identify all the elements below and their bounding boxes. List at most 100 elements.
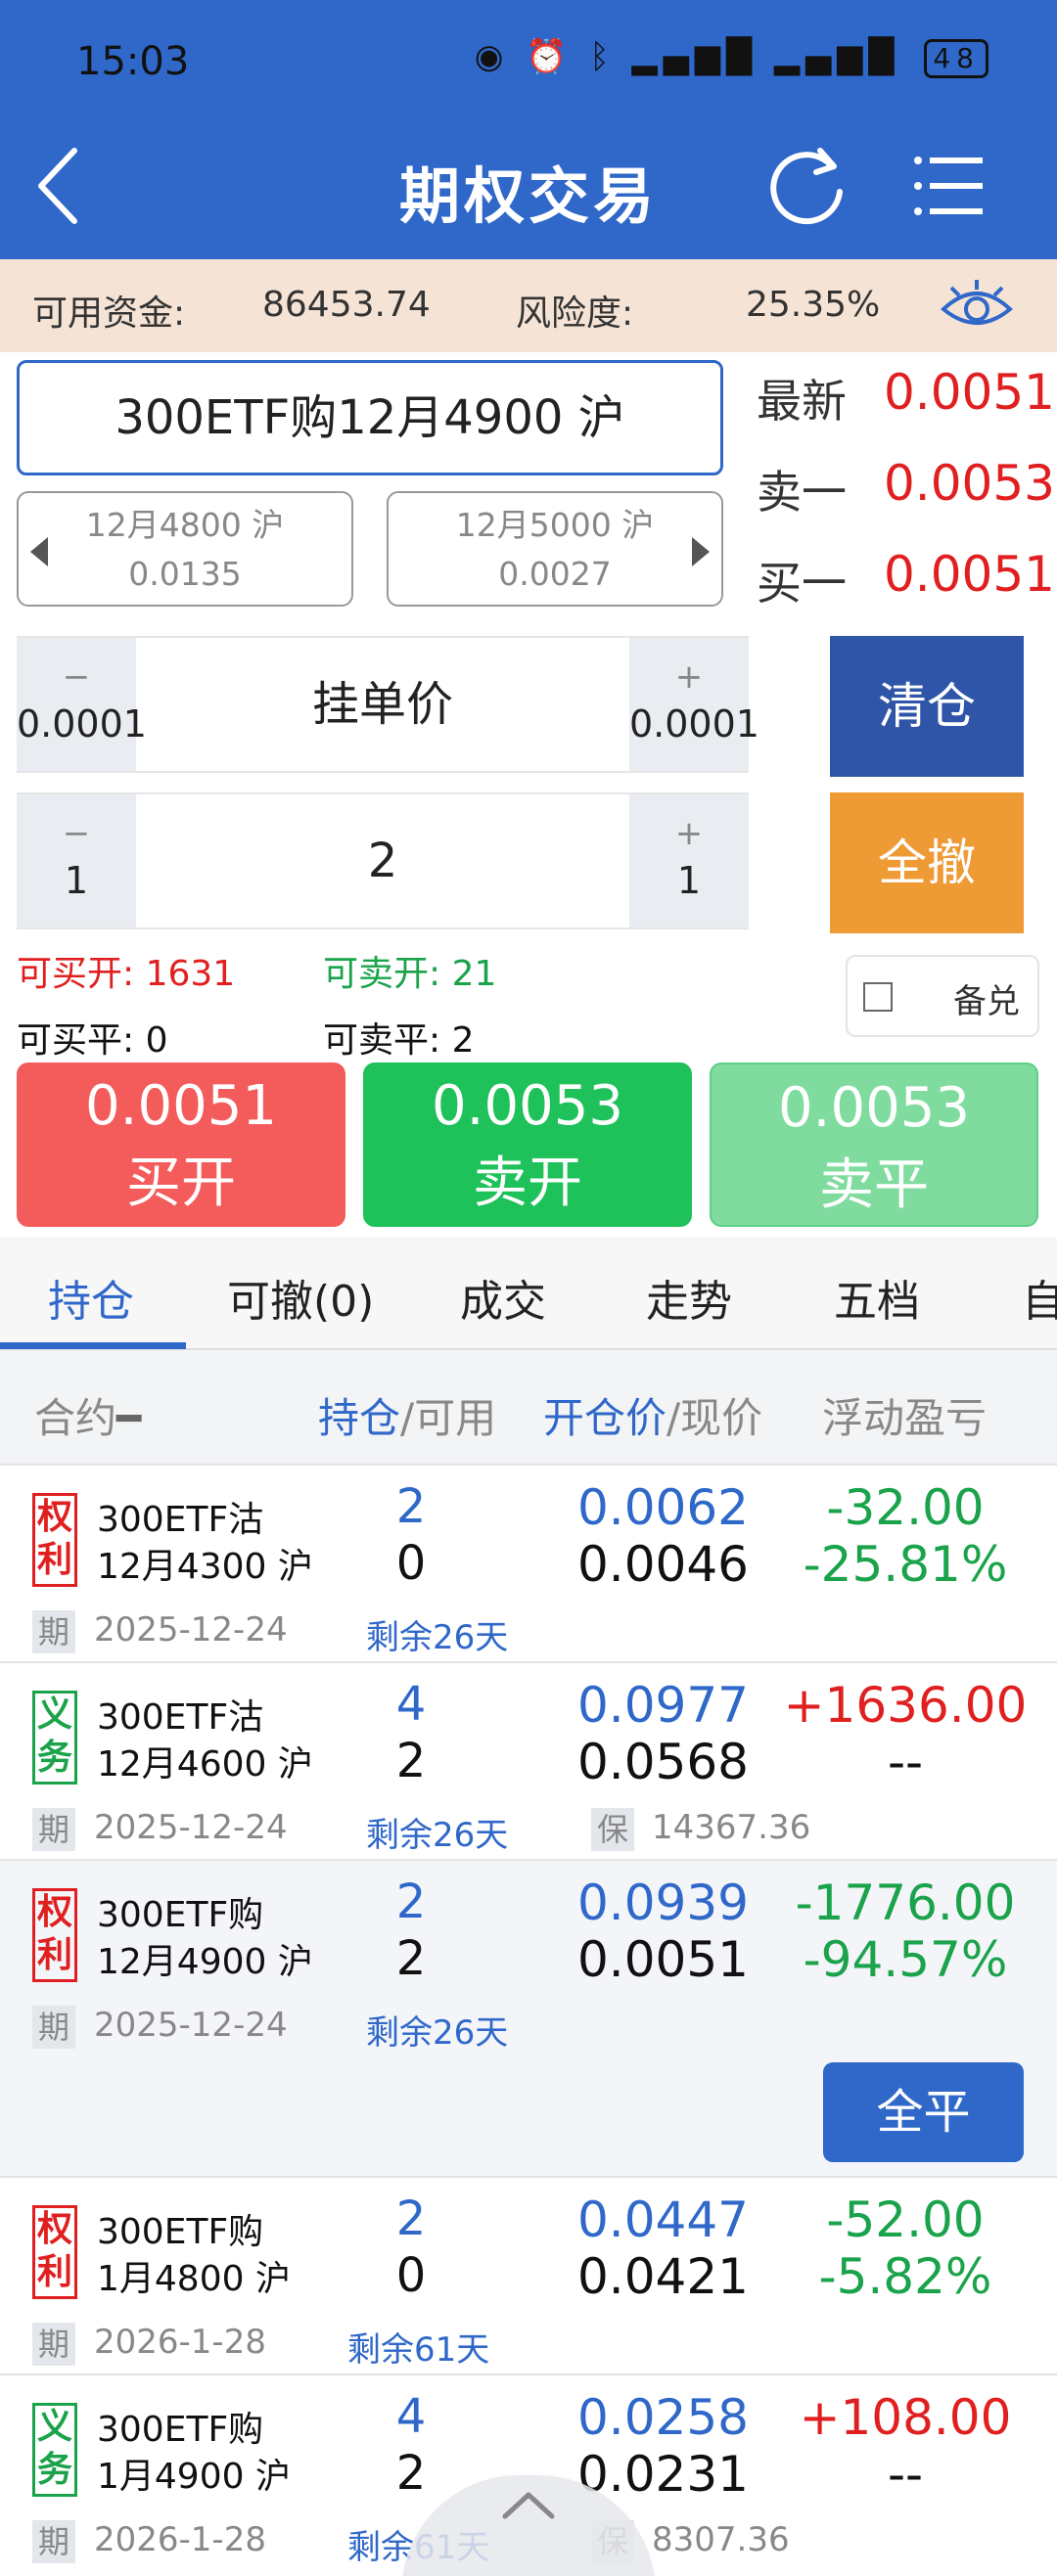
tab-positions[interactable]: 持仓: [48, 1266, 134, 1329]
covered-toggle[interactable]: 备兑: [846, 955, 1039, 1037]
expiry-date: 2025-12-24: [94, 1808, 288, 1847]
status-time: 15:03: [76, 39, 190, 84]
tab-trades[interactable]: 成交: [460, 1266, 546, 1329]
expiry-date: 2025-12-24: [94, 1610, 288, 1650]
open-price: 0.0258: [577, 2389, 749, 2446]
battery-icon: 48: [924, 39, 988, 78]
qty-minus-button[interactable]: − 1: [17, 794, 136, 927]
position-row[interactable]: 义务 300ETF沽 12月4600 沪 4 2 0.0977 0.0568 +…: [0, 1663, 1057, 1861]
covered-checkbox[interactable]: [863, 982, 893, 1012]
quantity-input[interactable]: 2: [136, 794, 629, 927]
open-price: 0.0939: [577, 1875, 749, 1931]
price-minus-step: 0.0001: [17, 702, 147, 746]
risk-value: 25.35%: [746, 285, 881, 325]
app-header: 15:03 ◉ ⏰ ᛒ ▂▄▆█ ▂▄▆█ 48 期权交易: [0, 0, 1057, 259]
prev-contract-name: 12月4800 沪: [85, 506, 285, 544]
expiry-date: 2026-1-28: [94, 2520, 266, 2559]
plus-icon: +: [674, 814, 704, 853]
expiry-tag: 期: [32, 1808, 75, 1851]
cancel-all-button[interactable]: 全撤: [830, 792, 1024, 933]
page-title: 期权交易: [398, 160, 658, 232]
expiry-tag: 期: [32, 2006, 75, 2049]
position-qty: 2: [395, 1479, 427, 1534]
contract-month-strike: 12月4600 沪: [97, 1744, 313, 1785]
header-pnl: 浮动盈亏: [822, 1394, 988, 1442]
expiry-tag: 期: [32, 2520, 75, 2563]
right-badge: 权利: [32, 2205, 77, 2299]
next-contract-button[interactable]: 12月5000 沪 0.0027: [387, 491, 723, 607]
contract-name: 300ETF购: [97, 2410, 264, 2450]
position-row[interactable]: 权利 300ETF购 1月4800 沪 2 0 0.0447 0.0421 -5…: [0, 2178, 1057, 2375]
buy-open-button[interactable]: 0.0051 买开: [17, 1062, 345, 1227]
quote-bid1-value[interactable]: 0.0051: [884, 546, 1055, 603]
expiry-tag: 期: [32, 1610, 75, 1653]
next-contract-price: 0.0027: [498, 555, 612, 593]
arrow-right-icon: [692, 537, 710, 566]
order-price-input[interactable]: 挂单价: [136, 638, 629, 771]
margin-value: 14367.36: [652, 1808, 811, 1847]
arrow-left-icon: [30, 537, 48, 566]
menu-list-icon: [914, 157, 983, 215]
tab-cancelable[interactable]: 可撤(0): [227, 1266, 374, 1329]
covered-label: 备兑: [953, 982, 1020, 1021]
quote-bid1-label: 买一: [757, 557, 847, 610]
prev-contract-price: 0.0135: [128, 555, 242, 593]
days-remaining: 剩余26天: [366, 1816, 509, 1855]
qty-plus-step: 1: [676, 859, 702, 902]
header-contract[interactable]: 合约━: [34, 1385, 141, 1445]
contract-selector[interactable]: 300ETF购12月4900 沪: [17, 360, 723, 475]
scroll-up-button[interactable]: [401, 2475, 656, 2576]
menu-button[interactable]: [910, 147, 988, 225]
pnl-percent: -94.57%: [803, 1931, 1008, 1988]
buy-open-available: 可买开: 1631: [17, 954, 236, 994]
open-price: 0.0447: [577, 2192, 749, 2248]
contract-name: 300ETF沽: [97, 1500, 264, 1540]
position-qty: 2: [395, 2192, 427, 2246]
right-badge: 权利: [32, 1493, 77, 1587]
price-plus-step: 0.0001: [629, 702, 759, 746]
open-price: 0.0977: [577, 1677, 749, 1734]
sell-open-label: 卖开: [473, 1152, 582, 1215]
refresh-button[interactable]: [763, 137, 851, 230]
prev-contract-button[interactable]: 12月4800 沪 0.0135: [17, 491, 353, 607]
available-qty: 0: [395, 1536, 427, 1591]
position-row-selected[interactable]: 权利 300ETF购 12月4900 沪 2 2 0.0939 0.0051 -…: [0, 1861, 1057, 2058]
days-remaining: 剩余26天: [366, 2013, 509, 2053]
sell-close-available: 可卖平: 2: [323, 1020, 475, 1061]
qty-minus-step: 1: [64, 859, 89, 902]
row-actions: 全平: [0, 2051, 1057, 2178]
tab-trend[interactable]: 走势: [646, 1266, 732, 1329]
tab-custom[interactable]: 自: [1022, 1266, 1057, 1329]
sell-close-button[interactable]: 0.0053 卖平: [710, 1062, 1038, 1227]
contract-month-strike: 1月4900 沪: [97, 2457, 291, 2497]
minus-icon: −: [62, 657, 91, 697]
position-row[interactable]: 权利 300ETF沽 12月4300 沪 2 0 0.0062 0.0046 -…: [0, 1466, 1057, 1663]
pnl-amount: +108.00: [799, 2389, 1012, 2446]
signal-5g-icon: ▂▄▆█: [631, 37, 758, 76]
pnl-percent: -25.81%: [803, 1536, 1008, 1593]
qty-plus-button[interactable]: + 1: [629, 794, 749, 927]
margin-tag: 保: [591, 1808, 634, 1851]
contract-name: 300ETF沽: [97, 1697, 264, 1738]
status-icons: ◉ ⏰ ᛒ ▂▄▆█ ▂▄▆█ 48: [475, 37, 988, 78]
price-plus-button[interactable]: + 0.0001: [629, 638, 759, 771]
contract-month-strike: 1月4800 沪: [97, 2259, 291, 2299]
tab-five-levels[interactable]: 五档: [834, 1266, 920, 1329]
pnl-amount: +1636.00: [783, 1677, 1028, 1734]
header-position: 持仓/可用: [318, 1394, 497, 1442]
toggle-visibility-button[interactable]: [940, 276, 1014, 335]
risk-label: 风险度:: [516, 294, 634, 334]
quote-ask1-value[interactable]: 0.0053: [884, 455, 1055, 512]
pnl-amount: -32.00: [826, 1479, 985, 1536]
clear-position-button[interactable]: 清仓: [830, 636, 1024, 777]
close-all-button[interactable]: 全平: [823, 2062, 1024, 2162]
available-funds-value: 86453.74: [262, 285, 431, 325]
buy-close-available: 可买平: 0: [17, 1020, 168, 1061]
quote-latest-label: 最新: [757, 375, 847, 428]
buy-open-label: 买开: [126, 1152, 236, 1215]
open-price: 0.0062: [577, 1479, 749, 1536]
margin-value: 8307.36: [652, 2520, 790, 2559]
current-price: 0.0421: [577, 2248, 749, 2305]
price-minus-button[interactable]: − 0.0001: [17, 638, 147, 771]
sell-open-button[interactable]: 0.0053 卖开: [363, 1062, 692, 1227]
